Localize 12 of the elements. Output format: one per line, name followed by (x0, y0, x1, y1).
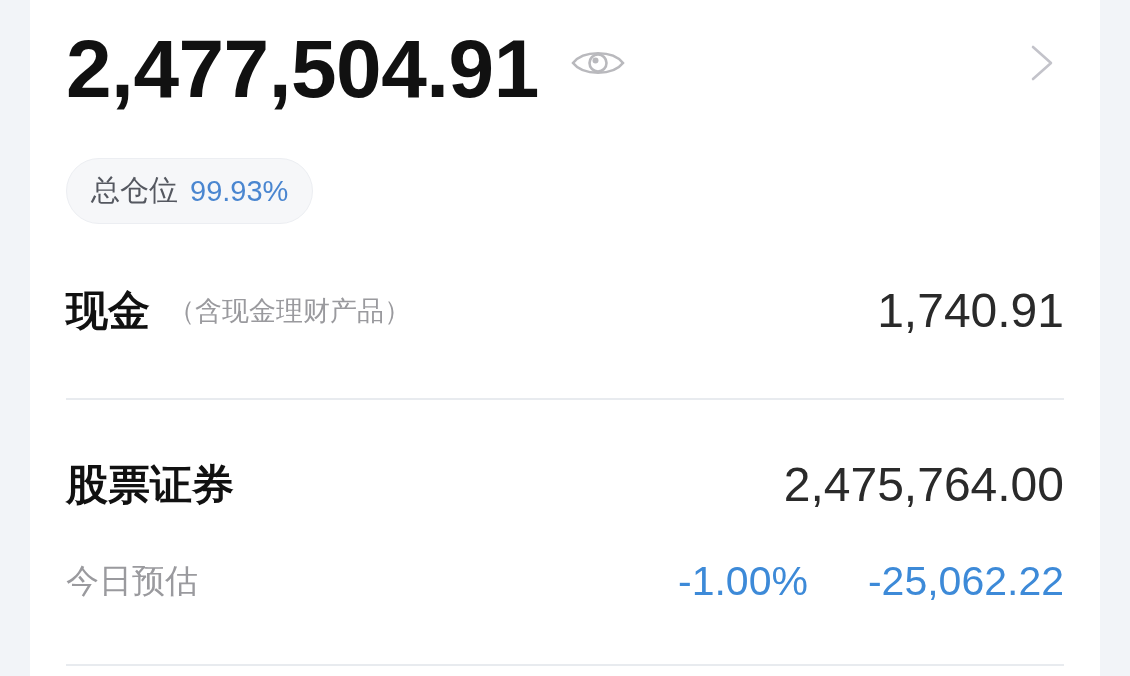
estimate-percent: -1.00% (678, 557, 808, 605)
position-value: 99.93% (190, 174, 289, 208)
position-label: 总仓位 (91, 173, 178, 208)
cash-amount: 1,740.91 (877, 286, 1064, 336)
estimate-amount: -25,062.22 (867, 557, 1064, 605)
total-assets-amount: 2,477,504.91 (66, 28, 539, 110)
stocks-title: 股票证券 (66, 460, 234, 510)
cash-note: （含现金理财产品） (168, 295, 411, 328)
estimate-label: 今日预估 (66, 560, 198, 601)
chevron-right-icon[interactable] (1030, 45, 1054, 81)
stocks-amount: 2,475,764.00 (783, 460, 1064, 510)
cash-title: 现金 (66, 286, 150, 336)
